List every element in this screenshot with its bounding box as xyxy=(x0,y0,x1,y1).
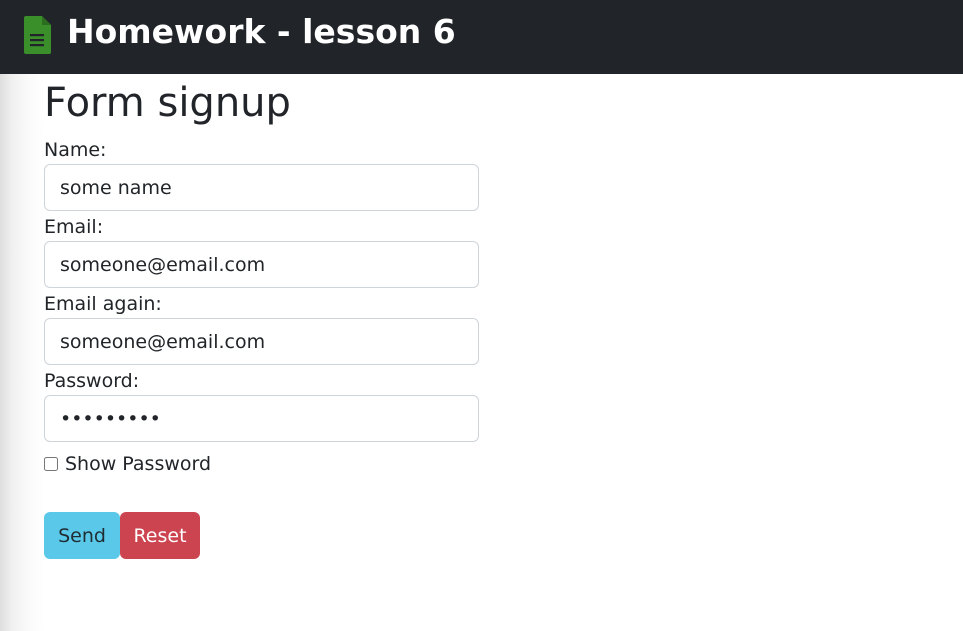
app-title: Homework - lesson 6 xyxy=(67,12,456,51)
email-label: Email: xyxy=(44,216,104,238)
email-again-input[interactable] xyxy=(44,318,479,365)
email-input[interactable] xyxy=(44,241,479,288)
email-again-label: Email again: xyxy=(44,293,162,315)
name-input[interactable] xyxy=(44,164,479,211)
page-title: Form signup xyxy=(44,80,291,126)
password-label: Password: xyxy=(44,370,140,392)
left-edge-shadow xyxy=(0,74,44,631)
password-input[interactable] xyxy=(44,395,479,442)
show-password-row: Show Password xyxy=(44,452,211,476)
send-button[interactable]: Send xyxy=(44,512,120,559)
name-label: Name: xyxy=(44,139,107,161)
document-icon xyxy=(24,16,51,54)
show-password-label[interactable]: Show Password xyxy=(65,452,211,476)
top-navbar: Homework - lesson 6 xyxy=(0,0,963,74)
reset-button[interactable]: Reset xyxy=(120,512,200,559)
show-password-checkbox[interactable] xyxy=(44,457,58,471)
